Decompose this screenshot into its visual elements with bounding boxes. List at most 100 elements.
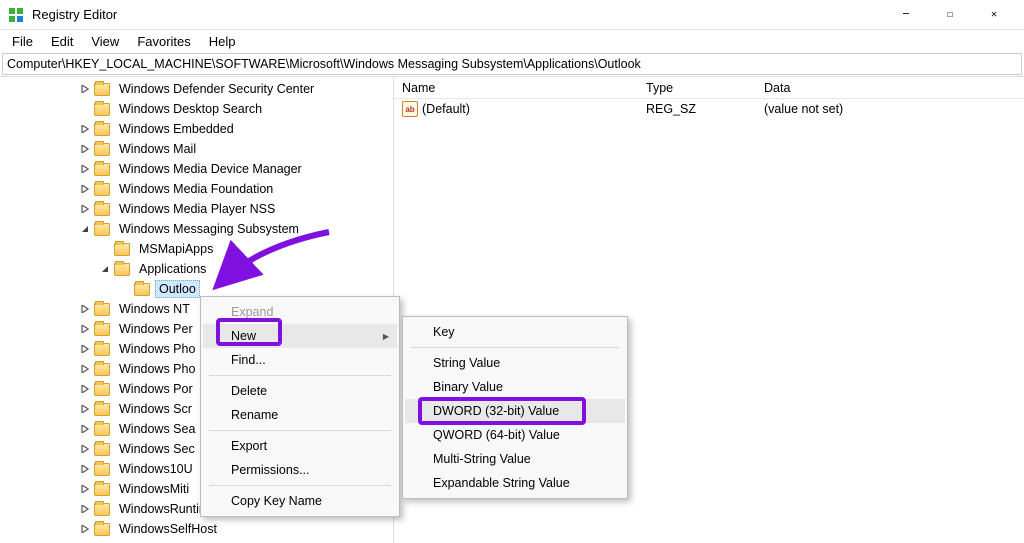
tree-item-label[interactable]: Windows Media Device Manager (115, 160, 306, 178)
tree-item-label[interactable]: Windows Media Foundation (115, 180, 277, 198)
context-menu-new-item[interactable]: QWORD (64-bit) Value (405, 423, 625, 447)
menu-item-label: DWORD (32-bit) Value (433, 404, 559, 418)
tree-item-label[interactable]: WindowsMiti (115, 480, 193, 498)
tree-item-label[interactable]: Windows Embedded (115, 120, 238, 138)
tree-item-label[interactable]: Windows Scr (115, 400, 196, 418)
folder-icon (94, 363, 110, 376)
menu-favorites[interactable]: Favorites (129, 32, 198, 51)
tree-item[interactable]: Applications (0, 259, 393, 279)
expander-blank (98, 242, 112, 256)
context-menu-key-item[interactable]: Rename (203, 403, 397, 427)
chevron-right-icon[interactable] (78, 322, 92, 336)
menu-view[interactable]: View (83, 32, 127, 51)
context-menu-key-item[interactable]: Find... (203, 348, 397, 372)
context-menu-key-item[interactable]: Delete (203, 379, 397, 403)
tree-item[interactable]: Windows Desktop Search (0, 99, 393, 119)
menu-help[interactable]: Help (201, 32, 244, 51)
folder-icon (94, 223, 110, 236)
tree-item-label[interactable]: Windows Defender Security Center (115, 80, 318, 98)
context-menu-key-item[interactable]: Export (203, 434, 397, 458)
chevron-right-icon[interactable] (78, 382, 92, 396)
menu-file[interactable]: File (4, 32, 41, 51)
tree-item-label[interactable]: Windows Pho (115, 360, 199, 378)
chevron-down-icon[interactable] (98, 262, 112, 276)
context-menu-new-item[interactable]: Multi-String Value (405, 447, 625, 471)
tree-item-label[interactable]: Windows Media Player NSS (115, 200, 279, 218)
tree-item[interactable]: Windows Defender Security Center (0, 79, 393, 99)
folder-icon (94, 503, 110, 516)
minimize-button[interactable]: ─ (884, 0, 928, 29)
tree-item-label[interactable]: Applications (135, 260, 210, 278)
chevron-right-icon[interactable] (78, 502, 92, 516)
maximize-button[interactable]: ☐ (928, 0, 972, 29)
chevron-right-icon[interactable] (78, 442, 92, 456)
value-type: REG_SZ (638, 102, 756, 116)
menu-separator (411, 347, 619, 348)
tree-item[interactable]: Windows Embedded (0, 119, 393, 139)
col-header-name[interactable]: Name (394, 79, 638, 97)
context-menu-key-item[interactable]: New ▶ (203, 324, 397, 348)
menu-item-label: New (231, 329, 256, 343)
close-button[interactable]: ✕ (972, 0, 1016, 29)
tree-item-label[interactable]: Windows Messaging Subsystem (115, 220, 303, 238)
chevron-right-icon[interactable] (78, 162, 92, 176)
menu-edit[interactable]: Edit (43, 32, 81, 51)
chevron-right-icon[interactable] (78, 142, 92, 156)
list-header: Name Type Data (394, 77, 1024, 99)
tree-item-label[interactable]: MSMapiApps (135, 240, 217, 258)
tree-item[interactable]: WindowsSelfHost (0, 519, 393, 539)
folder-icon (94, 443, 110, 456)
chevron-right-icon[interactable] (78, 202, 92, 216)
folder-icon (94, 163, 110, 176)
tree-item-label[interactable]: Windows Sea (115, 420, 199, 438)
chevron-right-icon[interactable] (78, 402, 92, 416)
chevron-right-icon[interactable] (78, 302, 92, 316)
value-name: (Default) (422, 102, 470, 116)
tree-item-label[interactable]: Windows Sec (115, 440, 199, 458)
context-menu-key-item: Expand (203, 300, 397, 324)
tree-item-label[interactable]: WindowsSelfHost (115, 520, 221, 538)
tree-item-label[interactable]: Windows Por (115, 380, 197, 398)
col-header-type[interactable]: Type (638, 79, 756, 97)
folder-icon (134, 283, 150, 296)
context-menu-new-item[interactable]: Expandable String Value (405, 471, 625, 495)
folder-icon (114, 263, 130, 276)
tree-item-label[interactable]: Windows Mail (115, 140, 200, 158)
context-menu-key-item[interactable]: Permissions... (203, 458, 397, 482)
tree-item-label[interactable]: Windows Per (115, 320, 197, 338)
tree-item-label[interactable]: Windows Desktop Search (115, 100, 266, 118)
chevron-right-icon[interactable] (78, 362, 92, 376)
context-menu-new-item[interactable]: String Value (405, 351, 625, 375)
chevron-right-icon[interactable] (78, 522, 92, 536)
tree-item[interactable]: Windows Media Foundation (0, 179, 393, 199)
chevron-right-icon[interactable] (78, 342, 92, 356)
chevron-right-icon[interactable] (78, 462, 92, 476)
tree-item-label[interactable]: Windows10U (115, 460, 197, 478)
context-menu-key-item[interactable]: Copy Key Name (203, 489, 397, 513)
chevron-right-icon[interactable] (78, 182, 92, 196)
tree-item[interactable]: Windows Mail (0, 139, 393, 159)
context-menu-new-item[interactable]: Binary Value (405, 375, 625, 399)
tree-item[interactable]: Windows Media Player NSS (0, 199, 393, 219)
chevron-right-icon: ▶ (383, 332, 389, 341)
context-menu-new-item[interactable]: Key (405, 320, 625, 344)
list-row[interactable]: ab(Default)REG_SZ(value not set) (394, 99, 1024, 119)
context-menu-new-item[interactable]: DWORD (32-bit) Value (405, 399, 625, 423)
tree-item[interactable]: MSMapiApps (0, 239, 393, 259)
folder-icon (94, 123, 110, 136)
tree-item-label[interactable]: Outloo (155, 280, 200, 298)
address-bar[interactable]: Computer\HKEY_LOCAL_MACHINE\SOFTWARE\Mic… (2, 53, 1022, 75)
chevron-right-icon[interactable] (78, 122, 92, 136)
folder-icon (94, 483, 110, 496)
chevron-down-icon[interactable] (78, 222, 92, 236)
chevron-right-icon[interactable] (78, 82, 92, 96)
chevron-right-icon[interactable] (78, 482, 92, 496)
tree-item[interactable]: Windows Media Device Manager (0, 159, 393, 179)
tree-item-label[interactable]: Windows NT (115, 300, 194, 318)
folder-icon (94, 323, 110, 336)
chevron-right-icon[interactable] (78, 422, 92, 436)
tree-item[interactable]: Windows Messaging Subsystem (0, 219, 393, 239)
tree-item-label[interactable]: Windows Pho (115, 340, 199, 358)
expander-blank (118, 282, 132, 296)
col-header-data[interactable]: Data (756, 79, 1024, 97)
